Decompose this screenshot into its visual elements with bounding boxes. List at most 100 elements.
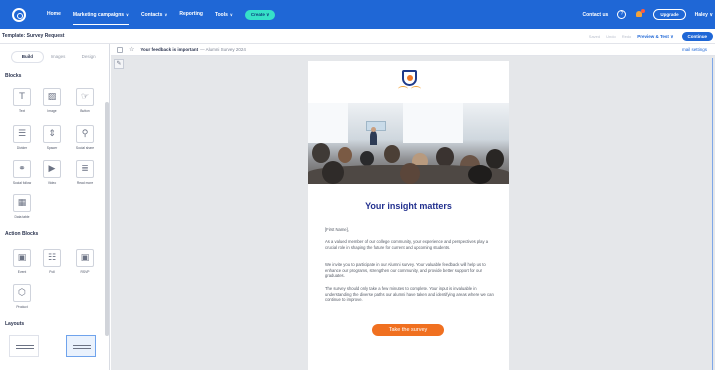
block-label: RSVP	[80, 270, 90, 274]
nav-home-label: Home	[47, 11, 61, 17]
block-label: Product	[16, 305, 28, 309]
video-icon: ▶	[43, 160, 61, 178]
brand-logo-icon[interactable]	[12, 7, 26, 22]
block-label: Image	[47, 109, 57, 113]
layout-option-2[interactable]	[66, 335, 96, 357]
email-canvas: ☆ Your feedback is important — Alumni Su…	[111, 44, 715, 370]
block-data-table[interactable]: ▦ Data table	[8, 194, 36, 224]
chevron-down-icon: ∨	[164, 12, 168, 17]
paragraph-3: The survey should only take a few minute…	[325, 286, 494, 303]
contact-us-link[interactable]: Contact us	[582, 12, 608, 18]
saved-status: Saved	[588, 34, 601, 39]
email-preheader: — Alumni Survey 2024	[200, 47, 246, 52]
email-header-bar: ☆ Your feedback is important — Alumni Su…	[111, 44, 715, 56]
redo-button[interactable]: Redo	[622, 34, 632, 39]
canvas-border	[712, 58, 713, 370]
nav-contacts-label: Contacts	[140, 12, 163, 18]
nav-tools[interactable]: Tools ∨	[209, 0, 239, 29]
user-menu[interactable]: Haley ∨	[695, 12, 713, 18]
poll-icon: ☷	[43, 249, 61, 267]
nav-home[interactable]: Home	[41, 0, 67, 29]
event-icon: ▣	[13, 249, 31, 267]
layout-lines-icon	[73, 345, 91, 349]
block-image[interactable]: ▨ Image	[38, 88, 66, 118]
continue-button[interactable]: Continue	[681, 32, 713, 41]
tab-build[interactable]: Build	[12, 52, 43, 62]
block-label: Button	[80, 109, 90, 113]
sidebar-tabs: Build Images Design	[12, 52, 104, 62]
layout-lines-icon	[16, 345, 34, 349]
select-checkbox[interactable]	[117, 46, 123, 53]
block-button[interactable]: ☞ Button	[71, 88, 99, 118]
greeting-text: [First Name],	[325, 227, 349, 232]
social-share-icon: ⚲	[76, 125, 94, 143]
block-label: Spacer	[46, 146, 58, 150]
block-poll[interactable]: ☷ Poll	[38, 249, 66, 279]
tab-design[interactable]: Design	[73, 52, 104, 62]
social-follow-icon: ⚭	[13, 160, 31, 178]
block-event[interactable]: ▣ Event	[8, 249, 36, 279]
action-blocks-heading: Action Blocks	[5, 231, 39, 237]
block-video[interactable]: ▶ Video	[38, 160, 66, 190]
block-social-follow[interactable]: ⚭ Social follow	[8, 160, 36, 190]
chevron-down-icon: ∨	[709, 11, 713, 18]
email-title: Your insight matters	[365, 201, 452, 211]
builder-sidebar: Build Images Design Blocks T Text ▨ Image …	[0, 44, 110, 370]
nav-links: Home Marketing campaigns ∨ Contacts ∨ Repo…	[41, 0, 276, 29]
take-survey-button[interactable]: Take the survey	[372, 324, 444, 336]
college-logo	[398, 70, 421, 92]
star-icon[interactable]: ☆	[129, 46, 134, 53]
block-label: Social follow	[12, 181, 32, 185]
email-body: Your insight matters [First Name], As a …	[308, 61, 509, 370]
text-icon: T	[13, 88, 31, 106]
preview-test-button[interactable]: Preview & Test ∨	[637, 34, 673, 40]
nav-reporting-label: Reporting	[179, 11, 203, 17]
image-icon: ▨	[43, 88, 61, 106]
create-button[interactable]: Create ∨	[244, 9, 276, 20]
create-label: Create	[250, 11, 265, 17]
sidebar-scrollbar[interactable]	[105, 102, 109, 336]
divider-icon: ☰	[13, 125, 31, 143]
chevron-down-icon: ∨	[126, 12, 129, 17]
header-image[interactable]	[308, 103, 509, 184]
chevron-down-icon: ∨	[229, 12, 233, 17]
layout-option-1[interactable]	[9, 335, 39, 357]
spacer-icon: ⇕	[43, 125, 61, 143]
page-title: Template: Survey Request	[2, 33, 65, 39]
block-divider[interactable]: ☰ Divider	[8, 125, 36, 155]
undo-button[interactable]: Undo	[606, 34, 616, 39]
nav-tools-label: Tools	[214, 12, 228, 18]
block-label: Text	[18, 109, 26, 113]
product-icon: ⬡	[13, 284, 31, 302]
paragraph-1: As a valued member of our college commun…	[325, 239, 489, 250]
block-social-share[interactable]: ⚲ Social share	[71, 125, 99, 155]
pencil-icon[interactable]: ✎	[114, 59, 124, 69]
nav-marketing-campaigns[interactable]: Marketing campaigns ∨	[67, 0, 135, 29]
rsvp-icon: ▣	[76, 249, 94, 267]
block-label: Poll	[49, 270, 55, 274]
email-subject: Your feedback is important	[140, 47, 199, 52]
nav-reporting[interactable]: Reporting	[173, 0, 209, 29]
blocks-heading: Blocks	[5, 73, 22, 79]
top-navigation: Home Marketing campaigns ∨ Contacts ∨ Repo…	[0, 0, 715, 29]
upgrade-button[interactable]: Upgrade	[653, 9, 686, 20]
block-label: Read more	[76, 181, 94, 185]
block-rsvp[interactable]: ▣ RSVP	[71, 249, 99, 279]
paragraph-2: We invite you to participate in our Alum…	[325, 262, 486, 279]
nav-contacts[interactable]: Contacts ∨	[135, 0, 173, 29]
mail-settings-link[interactable]: mail settings	[682, 47, 707, 52]
layouts-heading: Layouts	[5, 321, 25, 327]
help-icon[interactable]: ?	[617, 10, 627, 19]
block-product[interactable]: ⬡ Product	[8, 284, 36, 314]
template-actions: Saved Undo Redo Preview & Test ∨ Continu…	[589, 29, 715, 44]
block-text[interactable]: T Text	[8, 88, 36, 118]
notification-bell-icon[interactable]	[635, 9, 646, 19]
tab-images[interactable]: Images	[43, 52, 74, 62]
template-toolbar: Template: Survey Request Saved Undo Redo…	[0, 29, 715, 44]
nav-right: Contact us ? Upgrade Haley ∨	[582, 0, 715, 29]
block-label: Social share	[75, 146, 95, 150]
block-label: Divider	[16, 146, 28, 150]
block-spacer[interactable]: ⇕ Spacer	[38, 125, 66, 155]
block-label: Video	[47, 181, 57, 185]
block-read-more[interactable]: ≣ Read more	[71, 160, 99, 190]
